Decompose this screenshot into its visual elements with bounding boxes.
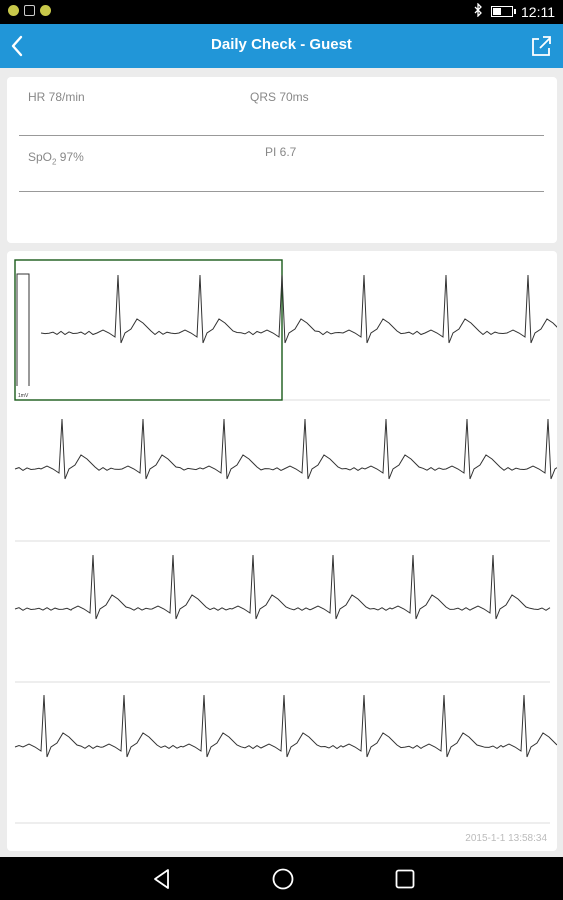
nav-back-icon[interactable]: [150, 867, 174, 891]
notification-icons: [8, 5, 51, 16]
ecg-trace-row-3: [14, 554, 551, 620]
bluetooth-icon: [473, 2, 483, 20]
share-icon[interactable]: [529, 34, 553, 58]
page-title: Daily Check - Guest: [211, 36, 352, 53]
divider: [19, 135, 544, 136]
ecg-card: 1mV 2015-1-1 13:58:34: [7, 251, 557, 851]
battery-icon: [491, 6, 516, 17]
app-bar: Daily Check - Guest: [0, 24, 563, 68]
calibration-label: 1mV: [18, 393, 29, 399]
grid-app-icon: [24, 5, 35, 16]
pi-value: PI 6.7: [265, 145, 297, 159]
notification-dot-icon: [40, 5, 51, 16]
ecg-trace-row-2: [14, 418, 557, 480]
status-bar: 12:11: [0, 0, 563, 24]
nav-recents-icon[interactable]: [393, 867, 417, 891]
calibration-pulse: [16, 273, 30, 386]
ecg-waveform-chart: 1mV: [14, 259, 557, 824]
nav-home-icon[interactable]: [271, 867, 295, 891]
qrs-value: QRS 70ms: [250, 90, 309, 104]
metrics-card: HR 78/min QRS 70ms SpO2 97% PI 6.7: [7, 77, 557, 243]
system-nav-bar: [0, 857, 563, 900]
ecg-trace-row-1: [40, 274, 557, 344]
divider: [19, 191, 544, 192]
ecg-selection-window: [14, 259, 283, 401]
heart-rate-value: HR 78/min: [28, 90, 85, 104]
notification-dot-icon: [8, 5, 19, 16]
spo2-value: SpO2 97%: [28, 150, 84, 167]
recording-timestamp: 2015-1-1 13:58:34: [465, 833, 547, 844]
ecg-trace-row-4: [14, 694, 557, 758]
status-time: 12:11: [521, 3, 555, 20]
